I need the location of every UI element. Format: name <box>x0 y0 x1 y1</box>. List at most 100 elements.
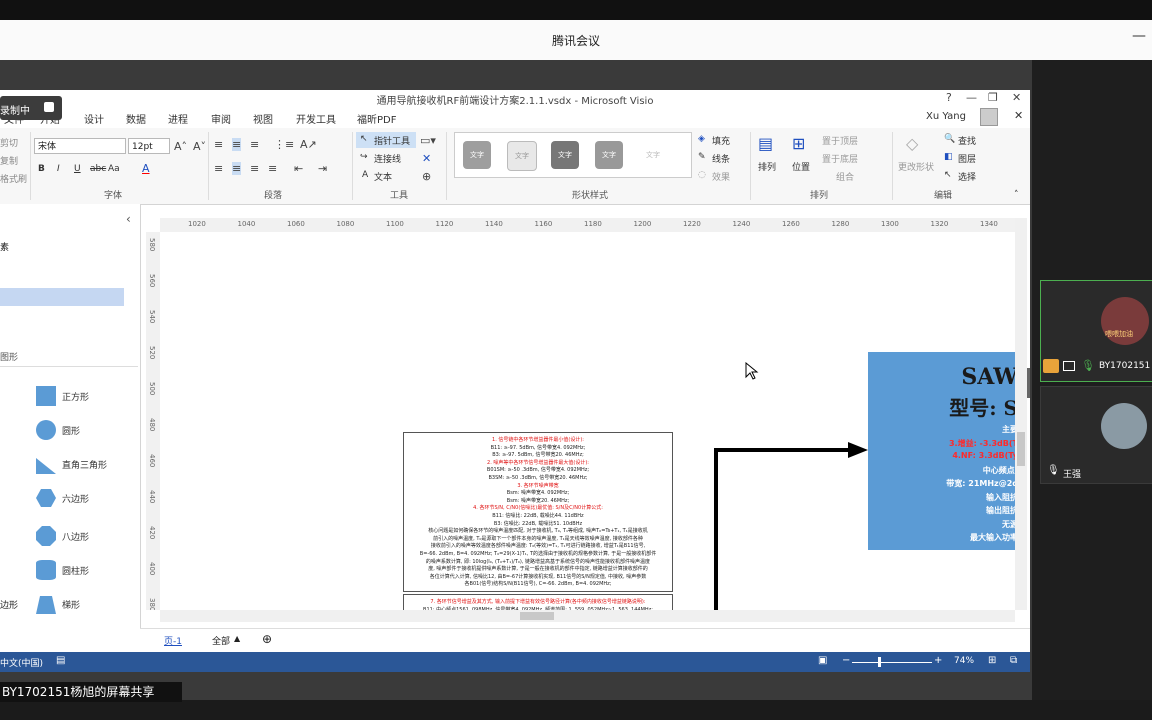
shape-trapezoid[interactable]: 梯形 <box>62 598 80 611</box>
arrange-button[interactable]: 排列 <box>758 160 776 173</box>
pointer-tool-icon[interactable]: ↖ <box>360 134 368 144</box>
fill-icon[interactable]: ◈ <box>698 134 705 144</box>
right-triangle-shape-icon[interactable] <box>36 454 56 474</box>
stop-recording-icon[interactable] <box>44 102 54 112</box>
copy-button[interactable]: 复制 <box>0 154 18 167</box>
arrange-icon[interactable]: ▤ <box>758 134 773 153</box>
font-name-select[interactable]: 宋体 <box>34 138 126 154</box>
change-shape-icon[interactable]: ◇ <box>906 134 918 153</box>
style-swatch[interactable]: 文字 <box>507 141 537 171</box>
grow-font-icon[interactable]: A˄ <box>174 140 187 153</box>
circle-shape-icon[interactable] <box>36 420 56 440</box>
select-button[interactable]: 选择 <box>958 170 976 183</box>
close-doc-icon[interactable]: ✕ <box>1014 109 1023 122</box>
restore-window-button[interactable]: ❐ <box>988 91 998 104</box>
bold-button[interactable]: B <box>38 164 45 174</box>
layers-icon[interactable]: ◧ <box>944 152 953 162</box>
line-button[interactable]: 线条 <box>712 152 730 165</box>
menu-design[interactable]: 设计 <box>84 111 104 126</box>
help-button[interactable]: ? <box>946 91 952 104</box>
font-size-select[interactable]: 12pt <box>128 138 170 154</box>
effects-icon[interactable]: ◌ <box>698 170 706 180</box>
line-icon[interactable]: ✎ <box>698 152 706 162</box>
menu-data[interactable]: 数据 <box>126 111 146 126</box>
strikethrough-button[interactable]: abc <box>90 164 106 174</box>
drawing-canvas[interactable]: 1. 信号链中各环节增益器件最小值(设计): B11: ≥-97. 5dBm, … <box>160 232 1015 610</box>
position-button[interactable]: 位置 <box>792 160 810 173</box>
style-swatch[interactable]: 文字 <box>551 141 579 169</box>
shape-circle[interactable]: 圆形 <box>62 424 80 437</box>
bring-front-button[interactable]: 置于顶层 <box>822 134 858 147</box>
text-direction-icon[interactable]: A↗ <box>300 138 317 151</box>
notes-text-box[interactable]: 1. 信号链中各环节增益器件最小值(设计): B11: ≥-97. 5dBm, … <box>403 432 673 592</box>
shape-right-triangle[interactable]: 直角三角形 <box>62 458 107 471</box>
menu-developer[interactable]: 开发工具 <box>296 111 336 126</box>
find-icon[interactable]: 🔍 <box>944 134 955 144</box>
style-swatch[interactable]: 文字 <box>463 141 491 169</box>
zoom-slider-thumb[interactable] <box>878 657 881 667</box>
participant-tile[interactable]: 🎙 王强 <box>1040 386 1152 484</box>
zoom-in-icon[interactable]: + <box>934 655 942 666</box>
close-window-button[interactable]: ✕ <box>1012 91 1021 104</box>
horizontal-scroll-thumb[interactable] <box>520 612 554 620</box>
connection-point-icon[interactable]: ⊕ <box>422 170 431 183</box>
macro-record-icon[interactable]: ▤ <box>56 655 65 666</box>
select-icon[interactable]: ↖ <box>944 170 952 180</box>
align-middle-icon[interactable]: ≡ <box>232 138 242 151</box>
menu-view[interactable]: 视图 <box>253 111 273 126</box>
style-swatch[interactable]: 文字 <box>639 141 667 169</box>
align-bottom-icon[interactable]: ≡ <box>250 138 259 151</box>
layers-button[interactable]: 图层 <box>958 152 976 165</box>
connector-icon[interactable]: ↪ <box>360 152 368 162</box>
zoom-slider-track[interactable] <box>852 662 932 663</box>
square-shape-icon[interactable] <box>36 386 56 406</box>
change-shape-button[interactable]: 更改形状 <box>898 160 934 173</box>
menu-process[interactable]: 进程 <box>168 111 188 126</box>
saw-filter-box[interactable]: SAW 型号: S 主要 3.增益: -3.3dB(T 4.NF: 3.3dB(Ty… <box>868 352 1015 550</box>
delete-connector-icon[interactable]: ✕ <box>422 152 431 165</box>
find-button[interactable]: 查找 <box>958 134 976 147</box>
switch-windows-icon[interactable]: ⧉ <box>1010 655 1017 666</box>
increase-indent-icon[interactable]: ⇥ <box>318 162 327 175</box>
align-center-icon[interactable]: ≡ <box>232 162 242 175</box>
group-button[interactable]: 组合 <box>836 170 854 183</box>
position-icon[interactable]: ⊞ <box>792 134 805 153</box>
insert-page-icon[interactable]: ⊕ <box>262 632 272 646</box>
pointer-tool-button[interactable]: 指针工具 <box>374 134 410 147</box>
italic-button[interactable]: I <box>57 164 60 174</box>
hexagon-shape-icon[interactable] <box>36 488 56 508</box>
zoom-level[interactable]: 74% <box>954 656 974 666</box>
send-back-button[interactable]: 置于底层 <box>822 152 858 165</box>
all-pages-arrow-icon[interactable]: ▲ <box>234 634 240 643</box>
rectangle-tool-icon[interactable]: ▭▾ <box>420 134 436 147</box>
vertical-scroll-thumb[interactable] <box>1017 432 1025 466</box>
shape-octagon[interactable]: 八边形 <box>62 530 89 543</box>
change-case-button[interactable]: Aa <box>108 164 120 174</box>
shrink-font-icon[interactable]: A˅ <box>193 140 206 153</box>
collapse-ribbon-icon[interactable]: ˄ <box>1014 190 1019 200</box>
horizontal-scrollbar[interactable] <box>160 610 1015 622</box>
cut-button[interactable]: 剪切 <box>0 136 18 149</box>
bullets-icon[interactable]: ⋮≡ <box>274 138 294 151</box>
zoom-out-icon[interactable]: − <box>842 655 850 666</box>
notes-text-box-2[interactable]: 7. 各环节信号增益及其方式, 输入前提下增益有效信号路径计算(各中频内接收信号… <box>403 594 673 610</box>
text-tool-icon[interactable]: A <box>362 170 368 180</box>
minimize-window-button[interactable]: — <box>966 91 977 104</box>
all-pages-tab[interactable]: 全部 <box>212 634 230 647</box>
justify-icon[interactable]: ≡ <box>268 162 277 175</box>
text-tool-button[interactable]: 文本 <box>374 170 392 183</box>
fill-button[interactable]: 填充 <box>712 134 730 147</box>
minimize-button[interactable]: — <box>1132 28 1146 44</box>
participant-tile[interactable]: 喂喂加油 🎙 BY1702151 <box>1040 280 1152 382</box>
menu-foxit-pdf[interactable]: 福昕PDF <box>357 111 396 126</box>
style-swatch[interactable]: 文字 <box>595 141 623 169</box>
shape-square[interactable]: 正方形 <box>62 390 89 403</box>
trapezoid-shape-icon[interactable] <box>36 594 56 614</box>
decrease-indent-icon[interactable]: ⇤ <box>294 162 303 175</box>
fit-page-icon[interactable]: ▣ <box>818 655 827 666</box>
align-right-icon[interactable]: ≡ <box>250 162 259 175</box>
signal-arrow[interactable] <box>700 432 880 610</box>
shape-hexagon[interactable]: 六边形 <box>62 492 89 505</box>
menu-review[interactable]: 审阅 <box>211 111 231 126</box>
font-color-icon[interactable]: A <box>142 162 150 175</box>
